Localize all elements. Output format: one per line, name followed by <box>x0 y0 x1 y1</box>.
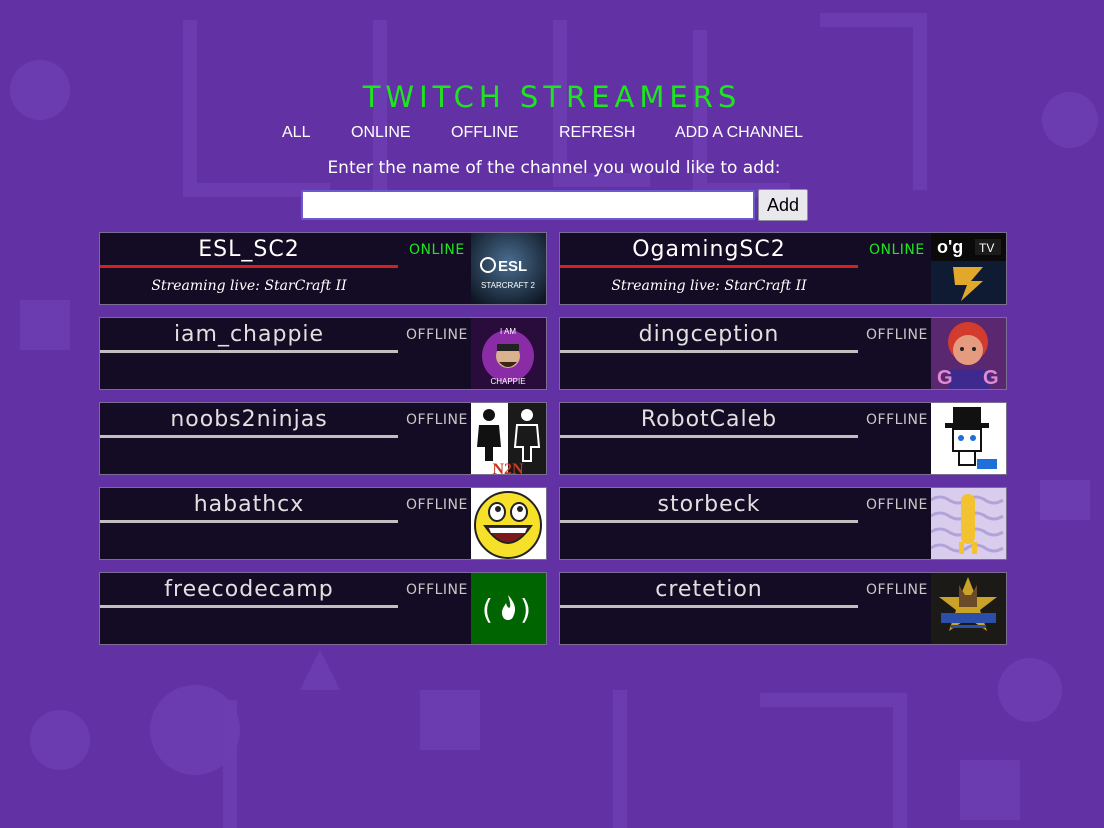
channel-card[interactable]: freecodecamp OFFLINE ( ) <box>99 572 547 645</box>
status-badge: OFFLINE <box>406 412 468 428</box>
channel-name[interactable]: RobotCaleb <box>560 407 858 432</box>
status-badge: OFFLINE <box>866 582 928 598</box>
channel-divider <box>100 265 398 268</box>
channel-card[interactable]: habathcx OFFLINE <box>99 487 547 560</box>
page-title: TWITCH STREAMERS <box>362 80 742 114</box>
channel-divider <box>100 350 398 353</box>
chappie-logo: I AM CHAPPIE <box>471 318 546 389</box>
nav-add-channel-link[interactable]: ADD A CHANNEL <box>675 124 803 142</box>
channel-name[interactable]: cretetion <box>560 577 858 602</box>
status-badge: OFFLINE <box>406 327 468 343</box>
channel-divider <box>560 435 858 438</box>
channel-divider <box>100 605 398 608</box>
freecodecamp-logo: ( ) <box>471 573 546 644</box>
n2n-logo: N2N <box>471 403 546 475</box>
channel-name[interactable]: freecodecamp <box>100 577 398 602</box>
ogtv-starcraft-logo: o'g TV <box>931 233 1006 304</box>
channel-card[interactable]: iam_chappie OFFLINE I AM CHAPPIE <box>99 317 547 390</box>
channel-name[interactable]: dingception <box>560 322 858 347</box>
channel-card[interactable]: ESL_SC2 ONLINE Streaming live: StarCraft… <box>99 232 547 305</box>
channel-name[interactable]: habathcx <box>100 492 398 517</box>
add-channel-form: Add <box>301 189 808 221</box>
nav-online-link[interactable]: ONLINE <box>351 124 451 142</box>
dingception-avatar: G G <box>931 318 1006 389</box>
status-badge: OFFLINE <box>406 582 468 598</box>
channel-name[interactable]: storbeck <box>560 492 858 517</box>
channel-name[interactable]: noobs2ninjas <box>100 407 398 432</box>
svg-text:): ) <box>520 593 531 626</box>
svg-text:G: G <box>937 367 953 389</box>
cretetion-logo <box>931 573 1006 644</box>
stream-info: Streaming live: StarCraft II <box>151 278 347 294</box>
svg-text:(: ( <box>482 593 493 626</box>
nav-offline-link[interactable]: OFFLINE <box>451 124 559 142</box>
channel-name[interactable]: iam_chappie <box>100 322 398 347</box>
svg-text:N2N: N2N <box>492 461 524 475</box>
channel-card[interactable]: RobotCaleb OFFLINE <box>559 402 1007 475</box>
status-badge: OFFLINE <box>866 327 928 343</box>
status-badge: OFFLINE <box>866 412 928 428</box>
svg-text:TV: TV <box>979 241 994 255</box>
channel-card[interactable]: cretetion OFFLINE <box>559 572 1007 645</box>
channel-card[interactable]: OgamingSC2 ONLINE Streaming live: StarCr… <box>559 232 1007 305</box>
robotcaleb-avatar <box>931 403 1006 474</box>
svg-text:G: G <box>983 367 999 389</box>
nav-all-link[interactable]: ALL <box>282 124 351 142</box>
status-badge: ONLINE <box>409 242 465 258</box>
add-channel-prompt: Enter the name of the channel you would … <box>327 158 781 178</box>
channel-divider <box>560 605 858 608</box>
channel-name-input[interactable] <box>301 190 755 220</box>
stream-info: Streaming live: StarCraft II <box>611 278 807 294</box>
smiley-face-logo <box>471 488 546 559</box>
status-badge: OFFLINE <box>406 497 468 513</box>
channel-divider <box>100 520 398 523</box>
svg-text:STARCRAFT 2: STARCRAFT 2 <box>481 281 535 290</box>
svg-text:ESL: ESL <box>498 258 527 275</box>
channel-card[interactable]: storbeck OFFLINE <box>559 487 1007 560</box>
svg-text:o'g: o'g <box>937 237 963 257</box>
channel-divider <box>560 520 858 523</box>
status-badge: OFFLINE <box>866 497 928 513</box>
channel-card[interactable]: dingception OFFLINE G G <box>559 317 1007 390</box>
filter-nav: ALL ONLINE OFFLINE REFRESH ADD A CHANNEL <box>282 124 803 142</box>
esl-starcraft-logo: ESL STARCRAFT 2 <box>471 233 546 304</box>
status-badge: ONLINE <box>869 242 925 258</box>
channel-card[interactable]: noobs2ninjas OFFLINE N2N <box>99 402 547 475</box>
nav-refresh-link[interactable]: REFRESH <box>559 124 675 142</box>
channel-divider <box>560 350 858 353</box>
channel-divider <box>560 265 858 268</box>
storbeck-avatar <box>931 488 1006 559</box>
channel-divider <box>100 435 398 438</box>
svg-text:CHAPPIE: CHAPPIE <box>490 377 525 386</box>
svg-text:I AM: I AM <box>500 327 516 336</box>
channel-name[interactable]: OgamingSC2 <box>560 237 858 262</box>
channel-name[interactable]: ESL_SC2 <box>100 237 398 262</box>
add-button[interactable]: Add <box>758 189 808 221</box>
